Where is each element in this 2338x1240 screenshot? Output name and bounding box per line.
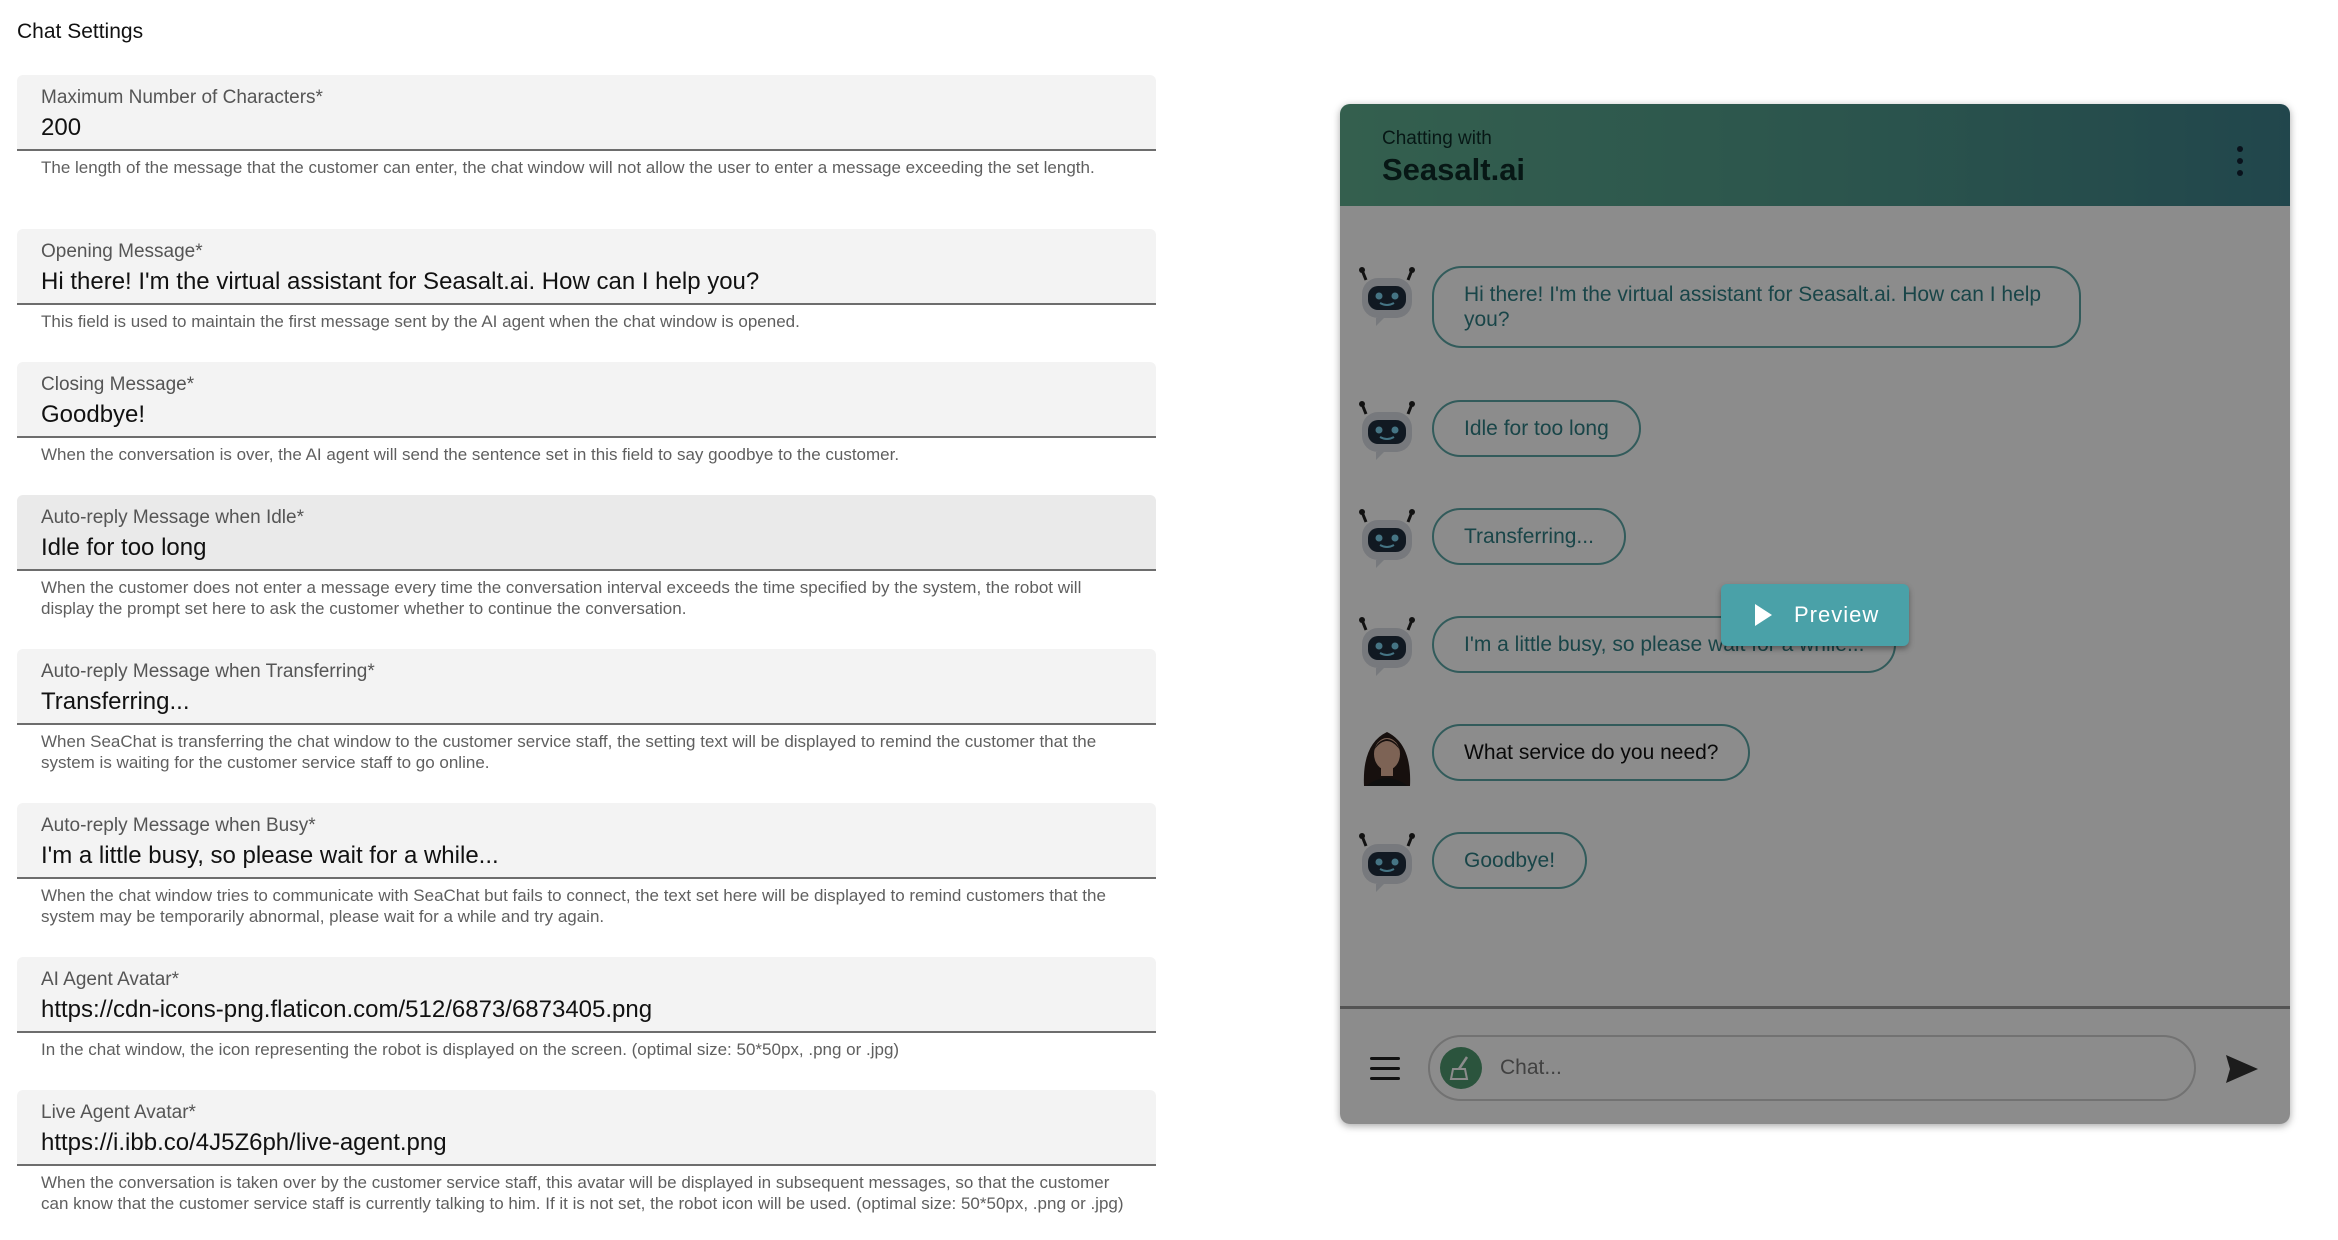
field-help: This field is used to maintain the first… <box>41 312 800 331</box>
field-value: Goodbye! <box>41 401 146 428</box>
chat-bubble: Hi there! I'm the virtual assistant for … <box>1432 266 2081 348</box>
page-title: Chat Settings <box>17 20 144 43</box>
field-label: Auto-reply Message when Idle <box>41 507 297 528</box>
chat-composer: Chat... <box>1340 1006 2290 1124</box>
robot-avatar-icon <box>1359 509 1415 568</box>
send-icon[interactable] <box>2224 1053 2260 1085</box>
field-label: Maximum Number of Characters <box>41 87 316 108</box>
opening-message-input[interactable]: Opening Message* Hi there! I'm the virtu… <box>17 229 1156 305</box>
robot-avatar-icon <box>1359 267 1415 326</box>
live-agent-avatar-input[interactable]: Live Agent Avatar* https://i.ibb.co/4J5Z… <box>17 1090 1156 1166</box>
preview-button-label: Preview <box>1794 602 1880 627</box>
field-value: 200 <box>41 114 82 141</box>
busy-message-input[interactable]: Auto-reply Message when Busy* I'm a litt… <box>17 803 1156 879</box>
field-value: I'm a little busy, so please wait for a … <box>41 842 499 869</box>
chat-bubble: Transferring... <box>1432 508 1626 565</box>
field-help: When SeaChat is transferring the chat wi… <box>41 732 1097 772</box>
ai-agent-avatar-input[interactable]: AI Agent Avatar* https://cdn-icons-png.f… <box>17 957 1156 1033</box>
chat-input-placeholder: Chat... <box>1500 1056 1562 1079</box>
chat-title: Seasalt.ai <box>1382 152 1526 187</box>
chat-bubble: Idle for too long <box>1432 400 1641 457</box>
field-opening-message: Opening Message* Hi there! I'm the virtu… <box>17 229 1156 332</box>
field-value: https://cdn-icons-png.flaticon.com/512/6… <box>41 996 653 1023</box>
robot-avatar-icon <box>1359 617 1415 676</box>
field-live-agent-avatar: Live Agent Avatar* https://i.ibb.co/4J5Z… <box>17 1090 1156 1214</box>
closing-message-input[interactable]: Closing Message* Goodbye! <box>17 362 1156 438</box>
hamburger-icon[interactable] <box>1370 1057 1400 1087</box>
field-help: When the chat window tries to communicat… <box>41 886 1106 926</box>
field-max-characters: Maximum Number of Characters* 200 The le… <box>17 75 1156 178</box>
chat-bubble: What service do you need? <box>1432 724 1751 781</box>
agent-avatar <box>1356 724 1418 786</box>
field-label: Auto-reply Message when Busy <box>41 815 309 836</box>
field-value: https://i.ibb.co/4J5Z6ph/live-agent.png <box>41 1129 447 1156</box>
preview-button[interactable]: Preview <box>1721 584 1909 646</box>
idle-message-input[interactable]: Auto-reply Message when Idle* Idle for t… <box>17 495 1156 571</box>
field-busy-message: Auto-reply Message when Busy* I'm a litt… <box>17 803 1156 927</box>
field-label: Opening Message <box>41 241 196 262</box>
chat-input[interactable]: Chat... <box>1428 1035 2196 1101</box>
max-characters-input[interactable]: Maximum Number of Characters* 200 <box>17 75 1156 151</box>
field-help: When the conversation is over, the AI ag… <box>41 445 900 464</box>
field-label: Closing Message <box>41 374 187 395</box>
chat-header: Chatting with Seasalt.ai <box>1340 104 2290 206</box>
field-help: When the customer does not enter a messa… <box>41 578 1082 618</box>
field-value: Hi there! I'm the virtual assistant for … <box>41 268 760 295</box>
field-value: Idle for too long <box>41 534 207 561</box>
field-transferring-message: Auto-reply Message when Transferring* Tr… <box>17 649 1156 773</box>
field-label: AI Agent Avatar <box>41 969 172 990</box>
field-help: The length of the message that the custo… <box>41 158 1095 177</box>
field-label: Live Agent Avatar <box>41 1102 189 1123</box>
chat-subtitle: Chatting with <box>1382 128 1492 149</box>
field-help: In the chat window, the icon representin… <box>41 1040 900 1059</box>
field-closing-message: Closing Message* Goodbye! When the conve… <box>17 362 1156 465</box>
play-icon <box>1755 604 1772 626</box>
robot-avatar-icon <box>1359 401 1415 460</box>
robot-avatar-icon <box>1359 833 1415 892</box>
field-ai-agent-avatar: AI Agent Avatar* https://cdn-icons-png.f… <box>17 957 1156 1060</box>
broom-icon[interactable] <box>1440 1047 1482 1089</box>
field-label: Auto-reply Message when Transferring <box>41 661 368 682</box>
transferring-message-input[interactable]: Auto-reply Message when Transferring* Tr… <box>17 649 1156 725</box>
chat-bubble: Goodbye! <box>1432 832 1588 889</box>
field-help: When the conversation is taken over by t… <box>41 1173 1124 1213</box>
kebab-menu-icon[interactable] <box>2236 146 2244 176</box>
field-idle-message: Auto-reply Message when Idle* Idle for t… <box>17 495 1156 619</box>
field-value: Transferring... <box>41 688 190 715</box>
